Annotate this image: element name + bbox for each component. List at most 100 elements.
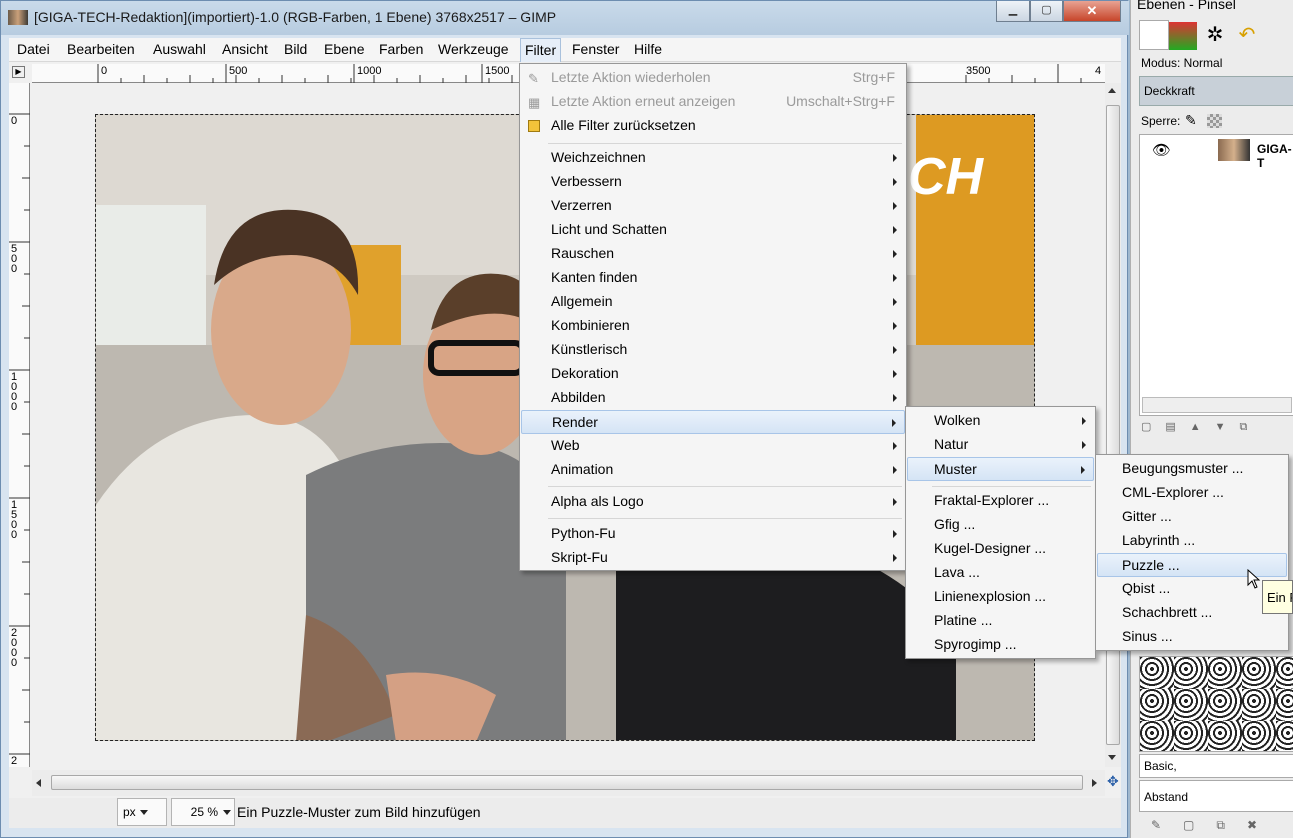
layers-list[interactable]: 👁 GIGA-T	[1139, 134, 1293, 416]
menu-item-beugungsmuster[interactable]: Beugungsmuster ...	[1097, 457, 1287, 481]
layers-tab-icon[interactable]	[1139, 20, 1169, 50]
reshow-last-item[interactable]: ▦ Letzte Aktion erneut anzeigen Umschalt…	[521, 90, 905, 114]
zoom-select[interactable]: 25 %	[171, 798, 235, 826]
ruler-label: 2000	[11, 627, 18, 669]
layers-hscrollbar[interactable]	[1142, 397, 1292, 413]
menu-fenster[interactable]: Fenster	[572, 41, 619, 57]
menu-item-spyrogimp[interactable]: Spyrogimp ...	[907, 633, 1094, 657]
menu-item-labyrinth[interactable]: Labyrinth ...	[1097, 529, 1287, 553]
vertical-ruler[interactable]: 0 500 1000 1500 2000 2	[9, 83, 30, 767]
title-bar[interactable]: [GIGA-TECH-Redaktion](importiert)-1.0 (R…	[1, 1, 1129, 35]
brush-tags-field[interactable]: Basic,	[1139, 754, 1293, 778]
menu-item-abbilden[interactable]: Abbilden	[521, 386, 905, 410]
menu-item-rauschen[interactable]: Rauschen	[521, 242, 905, 266]
menu-item-alpha-als-logo[interactable]: Alpha als Logo	[521, 490, 905, 514]
scroll-left-icon[interactable]	[36, 779, 41, 787]
menu-item-linienexplosion[interactable]: Linienexplosion ...	[907, 585, 1094, 609]
lock-alpha-icon[interactable]	[1207, 114, 1222, 128]
spacing-slider[interactable]: Abstand	[1139, 780, 1293, 812]
lock-pixels-icon[interactable]: ✎	[1185, 112, 1197, 129]
menu-item-python-fu[interactable]: Python-Fu	[521, 522, 905, 546]
status-message: Ein Puzzle-Muster zum Bild hinzufügen	[237, 804, 481, 820]
horizontal-scrollbar[interactable]	[32, 770, 1105, 796]
scroll-down-icon[interactable]	[1108, 755, 1116, 760]
menu-item-schachbrett[interactable]: Schachbrett ...	[1097, 601, 1287, 625]
visibility-eye-icon[interactable]: 👁	[1152, 141, 1171, 159]
ruler-label: 500	[229, 65, 248, 77]
close-button[interactable]: ✕	[1063, 1, 1121, 22]
menu-item-kuenstlerisch[interactable]: Künstlerisch	[521, 338, 905, 362]
menu-item-fraktal-explorer[interactable]: Fraktal-Explorer ...	[907, 489, 1094, 513]
layer-name[interactable]: GIGA-T	[1257, 142, 1293, 170]
menu-item-verzerren[interactable]: Verzerren	[521, 194, 905, 218]
maximize-button[interactable]: ▢	[1030, 1, 1063, 22]
menu-bearbeiten[interactable]: Bearbeiten	[67, 41, 135, 57]
menu-item-web[interactable]: Web	[521, 434, 905, 458]
ruler-label: 1000	[357, 65, 382, 77]
menu-item-natur[interactable]: Natur	[907, 433, 1094, 457]
menu-item-gitter[interactable]: Gitter ...	[1097, 505, 1287, 529]
ruler-label: 0	[11, 115, 18, 127]
menu-item-skript-fu[interactable]: Skript-Fu	[521, 546, 905, 570]
repeat-last-item[interactable]: ✎ Letzte Aktion wiederholen Strg+F	[521, 66, 905, 90]
reset-icon	[528, 120, 540, 132]
menu-item-cml-explorer[interactable]: CML-Explorer ...	[1097, 481, 1287, 505]
unit-select[interactable]: px	[117, 798, 167, 826]
layer-thumbnail	[1218, 139, 1250, 161]
minimize-button[interactable]: ▁	[996, 1, 1030, 22]
menu-item-lava[interactable]: Lava ...	[907, 561, 1094, 585]
horizontal-scroll-thumb[interactable]	[51, 775, 1083, 790]
menu-item-kanten-finden[interactable]: Kanten finden	[521, 266, 905, 290]
menu-item-dekoration[interactable]: Dekoration	[521, 362, 905, 386]
channels-tab-icon[interactable]	[1169, 22, 1197, 50]
brush-grid[interactable]	[1139, 656, 1293, 752]
ruler-label: 1500	[485, 65, 510, 77]
window-title: [GIGA-TECH-Redaktion](importiert)-1.0 (R…	[34, 9, 557, 25]
reset-filters-item[interactable]: Alle Filter zurücksetzen	[521, 114, 905, 138]
menu-datei[interactable]: Datei	[17, 41, 50, 57]
menu-auswahl[interactable]: Auswahl	[153, 41, 206, 57]
render-submenu: Wolken Natur Muster Fraktal-Explorer ...…	[905, 406, 1096, 659]
menu-item-kugel-designer[interactable]: Kugel-Designer ...	[907, 537, 1094, 561]
dock-title: Ebenen - Pinsel	[1137, 0, 1236, 12]
menu-ebene[interactable]: Ebene	[324, 41, 364, 57]
brush-buttons[interactable]: ✎▢⧉✖	[1151, 818, 1291, 834]
filter-menu: ✎ Letzte Aktion wiederholen Strg+F ▦ Let…	[519, 63, 907, 571]
menu-item-sinus[interactable]: Sinus ...	[1097, 625, 1287, 649]
menu-item-verbessern[interactable]: Verbessern	[521, 170, 905, 194]
menu-item-kombinieren[interactable]: Kombinieren	[521, 314, 905, 338]
repeat-icon: ✎	[528, 71, 539, 86]
ruler-label: 4	[1095, 65, 1102, 77]
scroll-up-icon[interactable]	[1108, 88, 1116, 93]
menu-item-muster[interactable]: Muster	[907, 457, 1094, 481]
layer-buttons[interactable]: ▢▤▲▼⧉	[1141, 420, 1291, 436]
menu-item-weichzeichnen[interactable]: Weichzeichnen	[521, 146, 905, 170]
menu-item-gfig[interactable]: Gfig ...	[907, 513, 1094, 537]
ruler-label: 500	[11, 243, 18, 275]
mode-label[interactable]: Modus: Normal	[1141, 56, 1222, 70]
menu-item-allgemein[interactable]: Allgemein	[521, 290, 905, 314]
navigate-move-icon[interactable]: ✥	[1107, 774, 1121, 788]
menu-bild[interactable]: Bild	[284, 41, 307, 57]
vertical-scrollbar[interactable]	[1105, 83, 1121, 767]
zoom-value: 25 %	[190, 805, 218, 819]
scroll-right-icon[interactable]	[1092, 779, 1097, 787]
menu-hilfe[interactable]: Hilfe	[634, 41, 662, 57]
menu-ansicht[interactable]: Ansicht	[222, 41, 268, 57]
lock-label: Sperre:	[1141, 114, 1181, 128]
ruler-label: 1000	[11, 371, 18, 413]
tooltip: Ein P	[1262, 580, 1293, 614]
paths-tab-icon[interactable]: ✲	[1201, 22, 1229, 50]
undo-history-tab-icon[interactable]: ↶	[1233, 22, 1261, 50]
menu-item-platine[interactable]: Platine ...	[907, 609, 1094, 633]
reshow-icon: ▦	[528, 95, 541, 110]
navigate-icon[interactable]: ▶	[12, 66, 25, 78]
menu-item-animation[interactable]: Animation	[521, 458, 905, 482]
menu-item-render[interactable]: Render	[521, 410, 905, 434]
menu-filter[interactable]: Filter	[520, 38, 562, 62]
menu-item-licht-und-schatten[interactable]: Licht und Schatten	[521, 218, 905, 242]
menu-item-wolken[interactable]: Wolken	[907, 409, 1094, 433]
menu-werkzeuge[interactable]: Werkzeuge	[438, 41, 509, 57]
opacity-slider[interactable]: Deckkraft	[1139, 76, 1293, 106]
menu-farben[interactable]: Farben	[379, 41, 423, 57]
